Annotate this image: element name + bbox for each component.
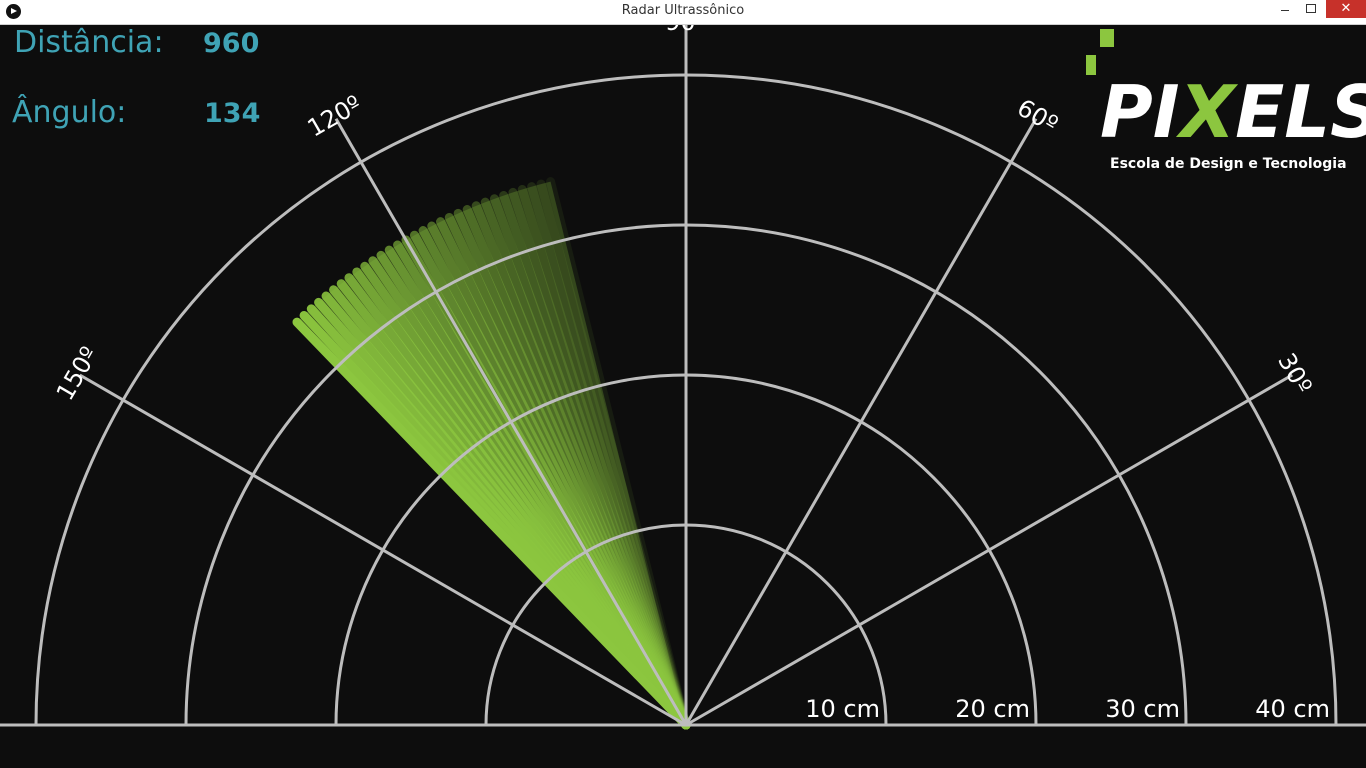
radar-display: 30º 60º 90º 120º 150º 10 cm 20 cm 30 cm 40 cm PI… [0, 25, 1366, 730]
distance-label: Distância: [14, 25, 164, 60]
title-bar: Radar Ultrassônico ✕ [0, 0, 1366, 25]
angle-line-30 [685, 373, 1293, 727]
radar-canvas: 30º 60º 90º 120º 150º 10 cm 20 cm 30 cm 40 cm PI… [0, 25, 1366, 768]
angle-label-30: 30º [1272, 348, 1317, 398]
range-label: 10 cm [805, 695, 880, 723]
pixels-logo: PIXELS Escola de Design e Tecnologia [1086, 29, 1366, 172]
maximize-button[interactable] [1298, 0, 1324, 18]
angle-label: Ângulo: [12, 95, 127, 130]
minimize-button[interactable] [1272, 0, 1298, 18]
maximize-icon [1306, 4, 1316, 13]
logo-pixel-block [1100, 29, 1114, 47]
minimize-icon [1281, 10, 1289, 11]
range-label: 40 cm [1255, 695, 1330, 723]
angle-label-60: 60º [1012, 94, 1062, 139]
range-label: 20 cm [955, 695, 1030, 723]
angle-label-120: 120º [303, 90, 366, 143]
angle-value: 134 [204, 98, 261, 129]
distance-value: 960 [203, 28, 260, 59]
window-title: Radar Ultrassônico [621, 3, 745, 18]
close-icon: ✕ [1340, 1, 1352, 16]
logo-tagline: Escola de Design e Tecnologia [1110, 156, 1347, 172]
angle-line-60 [684, 118, 1038, 726]
logo-wordmark: PIXELS [1100, 70, 1366, 154]
range-label: 30 cm [1105, 695, 1180, 723]
close-button[interactable]: ✕ [1326, 0, 1366, 18]
logo-pixel-block [1086, 55, 1096, 75]
angle-label-150: 150º [51, 342, 104, 405]
angle-label-90: 90º [665, 25, 707, 36]
